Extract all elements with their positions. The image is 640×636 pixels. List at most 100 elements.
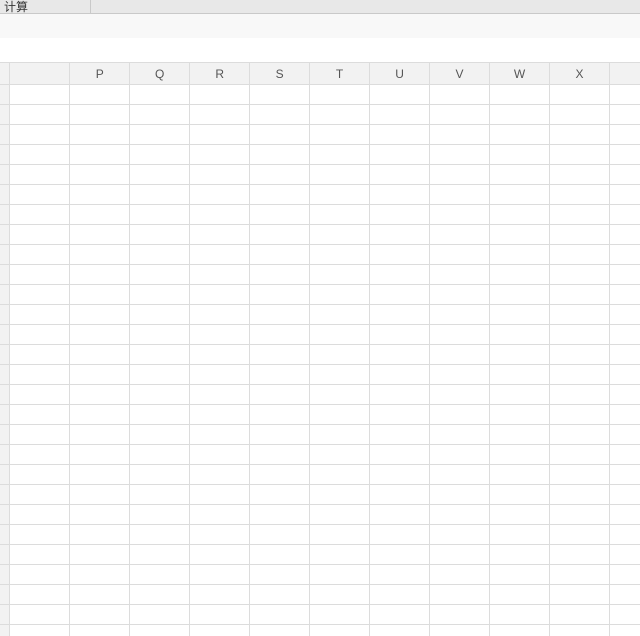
cell[interactable]	[430, 405, 490, 425]
cell[interactable]	[430, 325, 490, 345]
cell[interactable]	[190, 385, 250, 405]
cell[interactable]	[490, 305, 550, 325]
cell[interactable]	[609, 145, 640, 165]
cell[interactable]	[70, 205, 130, 225]
cell[interactable]	[190, 545, 250, 565]
cell[interactable]	[250, 165, 310, 185]
cell[interactable]	[370, 225, 430, 245]
cell[interactable]	[549, 545, 609, 565]
cell[interactable]	[370, 625, 430, 636]
cell[interactable]	[430, 225, 490, 245]
row-header[interactable]	[0, 225, 10, 245]
cell[interactable]	[70, 465, 130, 485]
cell[interactable]	[430, 105, 490, 125]
cell[interactable]	[10, 365, 70, 385]
cell[interactable]	[549, 245, 609, 265]
cell[interactable]	[370, 565, 430, 585]
cell[interactable]	[70, 285, 130, 305]
row-header[interactable]	[0, 445, 10, 465]
cell[interactable]	[10, 345, 70, 365]
cell[interactable]	[130, 485, 190, 505]
row-header[interactable]	[0, 125, 10, 145]
cell[interactable]	[190, 285, 250, 305]
col-header-V[interactable]: V	[430, 63, 490, 85]
cell[interactable]	[310, 585, 370, 605]
cell[interactable]	[490, 565, 550, 585]
cell[interactable]	[370, 145, 430, 165]
cell[interactable]	[609, 105, 640, 125]
cell[interactable]	[310, 265, 370, 285]
cell[interactable]	[10, 385, 70, 405]
cell[interactable]	[370, 485, 430, 505]
cell[interactable]	[430, 545, 490, 565]
cell[interactable]	[490, 145, 550, 165]
cell[interactable]	[370, 165, 430, 185]
cell[interactable]	[250, 625, 310, 636]
cell[interactable]	[190, 445, 250, 465]
cell[interactable]	[430, 185, 490, 205]
cell[interactable]	[10, 185, 70, 205]
cell[interactable]	[549, 305, 609, 325]
cell[interactable]	[549, 345, 609, 365]
cell[interactable]	[130, 505, 190, 525]
cell[interactable]	[430, 305, 490, 325]
cell[interactable]	[609, 585, 640, 605]
cell[interactable]	[370, 545, 430, 565]
cell[interactable]	[190, 145, 250, 165]
cell[interactable]	[250, 525, 310, 545]
cell[interactable]	[609, 485, 640, 505]
cell[interactable]	[190, 225, 250, 245]
cell[interactable]	[549, 465, 609, 485]
cell[interactable]	[10, 105, 70, 125]
row-header[interactable]	[0, 545, 10, 565]
cell[interactable]	[609, 385, 640, 405]
cell[interactable]	[609, 285, 640, 305]
cell[interactable]	[609, 465, 640, 485]
cell[interactable]	[310, 205, 370, 225]
ribbon-tab-calc[interactable]: 计算	[0, 0, 34, 15]
corner-cell[interactable]	[0, 63, 10, 85]
row-header[interactable]	[0, 385, 10, 405]
cell[interactable]	[130, 125, 190, 145]
cell[interactable]	[190, 605, 250, 625]
cell[interactable]	[70, 165, 130, 185]
cell[interactable]	[549, 225, 609, 245]
cell[interactable]	[70, 485, 130, 505]
row-header[interactable]	[0, 145, 10, 165]
col-header[interactable]	[609, 63, 640, 85]
cell[interactable]	[549, 585, 609, 605]
cell[interactable]	[70, 365, 130, 385]
cell[interactable]	[310, 245, 370, 265]
cell[interactable]	[130, 525, 190, 545]
row-header[interactable]	[0, 285, 10, 305]
cell[interactable]	[370, 345, 430, 365]
cell[interactable]	[549, 365, 609, 385]
cell[interactable]	[549, 385, 609, 405]
row-header[interactable]	[0, 485, 10, 505]
cell[interactable]	[430, 425, 490, 445]
cell[interactable]	[310, 325, 370, 345]
cell[interactable]	[310, 405, 370, 425]
cell[interactable]	[310, 305, 370, 325]
cell[interactable]	[250, 185, 310, 205]
cell[interactable]	[310, 425, 370, 445]
cell[interactable]	[490, 105, 550, 125]
cell[interactable]	[430, 585, 490, 605]
cell[interactable]	[130, 365, 190, 385]
cell[interactable]	[130, 325, 190, 345]
cell[interactable]	[490, 85, 550, 105]
cell[interactable]	[609, 165, 640, 185]
cell[interactable]	[250, 465, 310, 485]
cell[interactable]	[370, 605, 430, 625]
cell[interactable]	[250, 485, 310, 505]
col-header-R[interactable]: R	[190, 63, 250, 85]
cell[interactable]	[430, 85, 490, 105]
cell[interactable]	[370, 205, 430, 225]
cell[interactable]	[190, 405, 250, 425]
cell[interactable]	[490, 365, 550, 385]
cell[interactable]	[70, 385, 130, 405]
cell[interactable]	[250, 585, 310, 605]
cell[interactable]	[250, 445, 310, 465]
cell[interactable]	[130, 565, 190, 585]
cell[interactable]	[609, 405, 640, 425]
